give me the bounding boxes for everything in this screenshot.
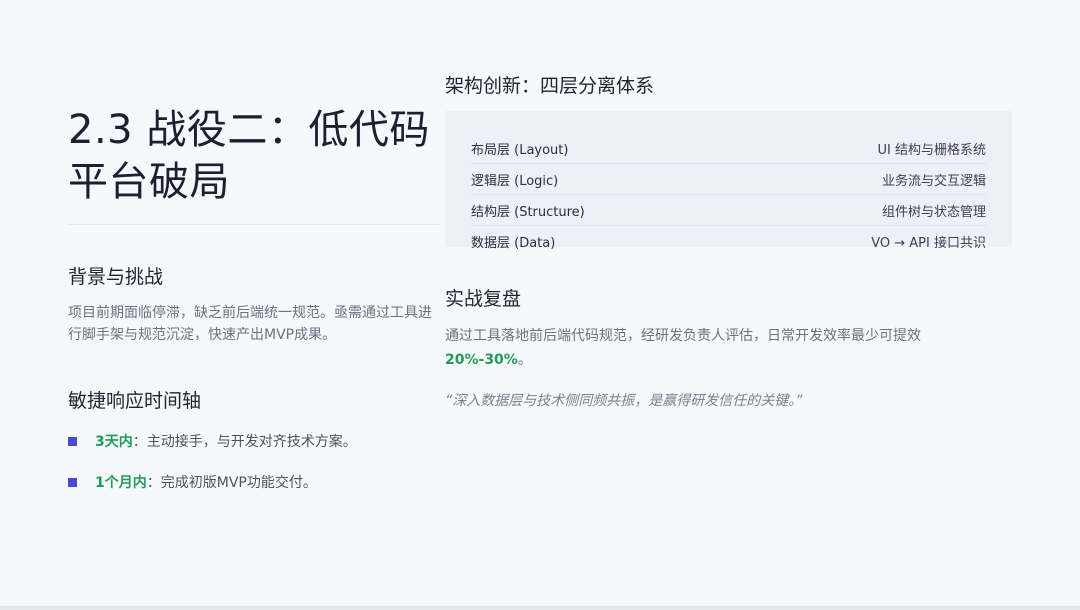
architecture-row: 布局层 (Layout) UI 结构与栅格系统: [471, 133, 986, 164]
review-quote: “深入数据层与技术侧同频共振，是赢得研发信任的关键。”: [445, 393, 803, 409]
layer-desc: UI 结构与栅格系统: [877, 142, 986, 158]
architecture-heading: 架构创新：四层分离体系: [445, 75, 655, 97]
review-text-suffix: 。: [517, 352, 532, 368]
timeline-item-text: ：完成初版MVP功能交付。: [146, 475, 317, 491]
layer-name: 布局层 (Layout): [471, 142, 569, 158]
timeline-item-text: ：主动接手，与开发对齐技术方案。: [132, 434, 357, 450]
background-heading: 背景与挑战: [68, 266, 164, 288]
timeline-item: 1个月内 ：完成初版MVP功能交付。: [68, 472, 317, 492]
title-divider: [68, 224, 440, 225]
architecture-row: 逻辑层 (Logic) 业务流与交互逻辑: [471, 164, 986, 195]
layer-name: 结构层 (Structure): [471, 204, 585, 220]
timeline-item: 3天内 ：主动接手，与开发对齐技术方案。: [68, 431, 357, 451]
review-highlight: 20%-30%: [445, 352, 518, 368]
review-heading: 实战复盘: [445, 288, 522, 310]
square-bullet-icon: [68, 477, 77, 487]
layer-desc: 业务流与交互逻辑: [881, 173, 986, 189]
review-text-prefix: 通过工具落地前后端代码规范，经研发负责人评估，日常开发效率最少可提效: [445, 328, 921, 344]
layer-name: 数据层 (Data): [471, 236, 556, 251]
architecture-table: 布局层 (Layout) UI 结构与栅格系统 逻辑层 (Logic) 业务流与…: [445, 111, 1012, 251]
layer-desc: VO → API 接口共识: [871, 236, 986, 251]
architecture-row: 结构层 (Structure) 组件树与状态管理: [471, 195, 986, 226]
bottom-border: [0, 606, 1080, 610]
timeline-heading: 敏捷响应时间轴: [68, 390, 202, 412]
architecture-row: 数据层 (Data) VO → API 接口共识: [471, 226, 986, 257]
layer-desc: 组件树与状态管理: [881, 204, 986, 220]
square-bullet-icon: [68, 436, 77, 446]
background-text: 项目前期面临停滞，缺乏前后端统一规范。亟需通过工具进行脚手架与规范沉淀，快速产出…: [68, 305, 432, 343]
slide: 2.3 战役二：低代码平台破局 背景与挑战 项目前期面临停滞，缺乏前后端统一规范…: [0, 0, 1080, 606]
layer-name: 逻辑层 (Logic): [471, 173, 559, 189]
slide-title: 2.3 战役二：低代码平台破局: [68, 107, 430, 205]
review-text: 通过工具落地前后端代码规范，经研发负责人评估，日常开发效率最少可提效 20%-3…: [445, 324, 1005, 372]
timeline-item-highlight: 1个月内: [95, 475, 147, 491]
timeline-item-highlight: 3天内: [95, 434, 133, 450]
